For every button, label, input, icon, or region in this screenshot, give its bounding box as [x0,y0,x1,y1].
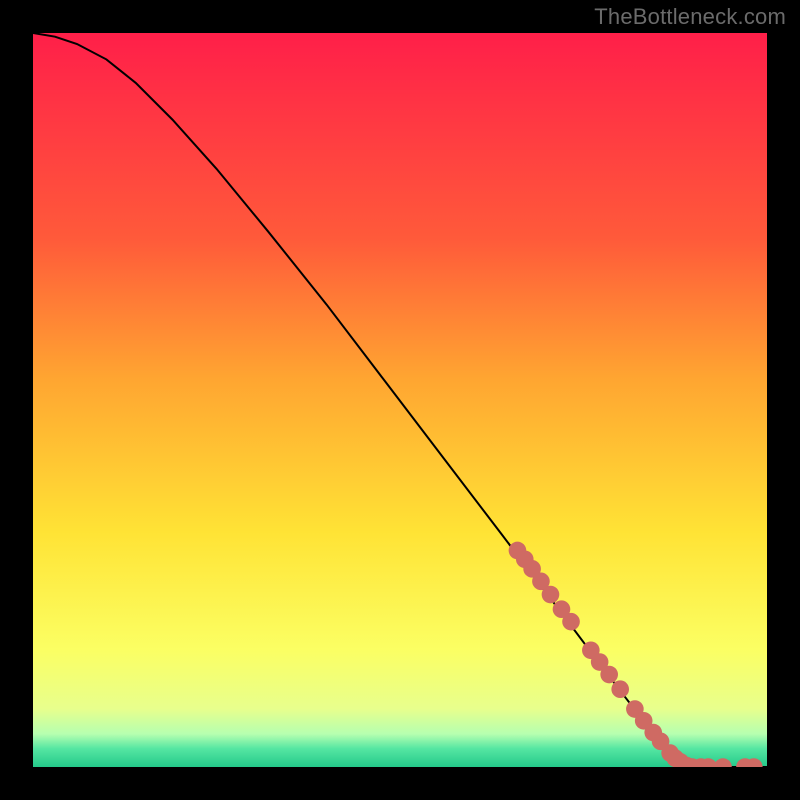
chart-frame: TheBottleneck.com [0,0,800,800]
data-marker [611,680,629,698]
chart-svg [33,33,767,767]
watermark-text: TheBottleneck.com [594,4,786,30]
data-marker [562,613,580,631]
data-marker [542,586,560,604]
data-marker [600,666,618,684]
chart-plot-area [33,33,767,767]
